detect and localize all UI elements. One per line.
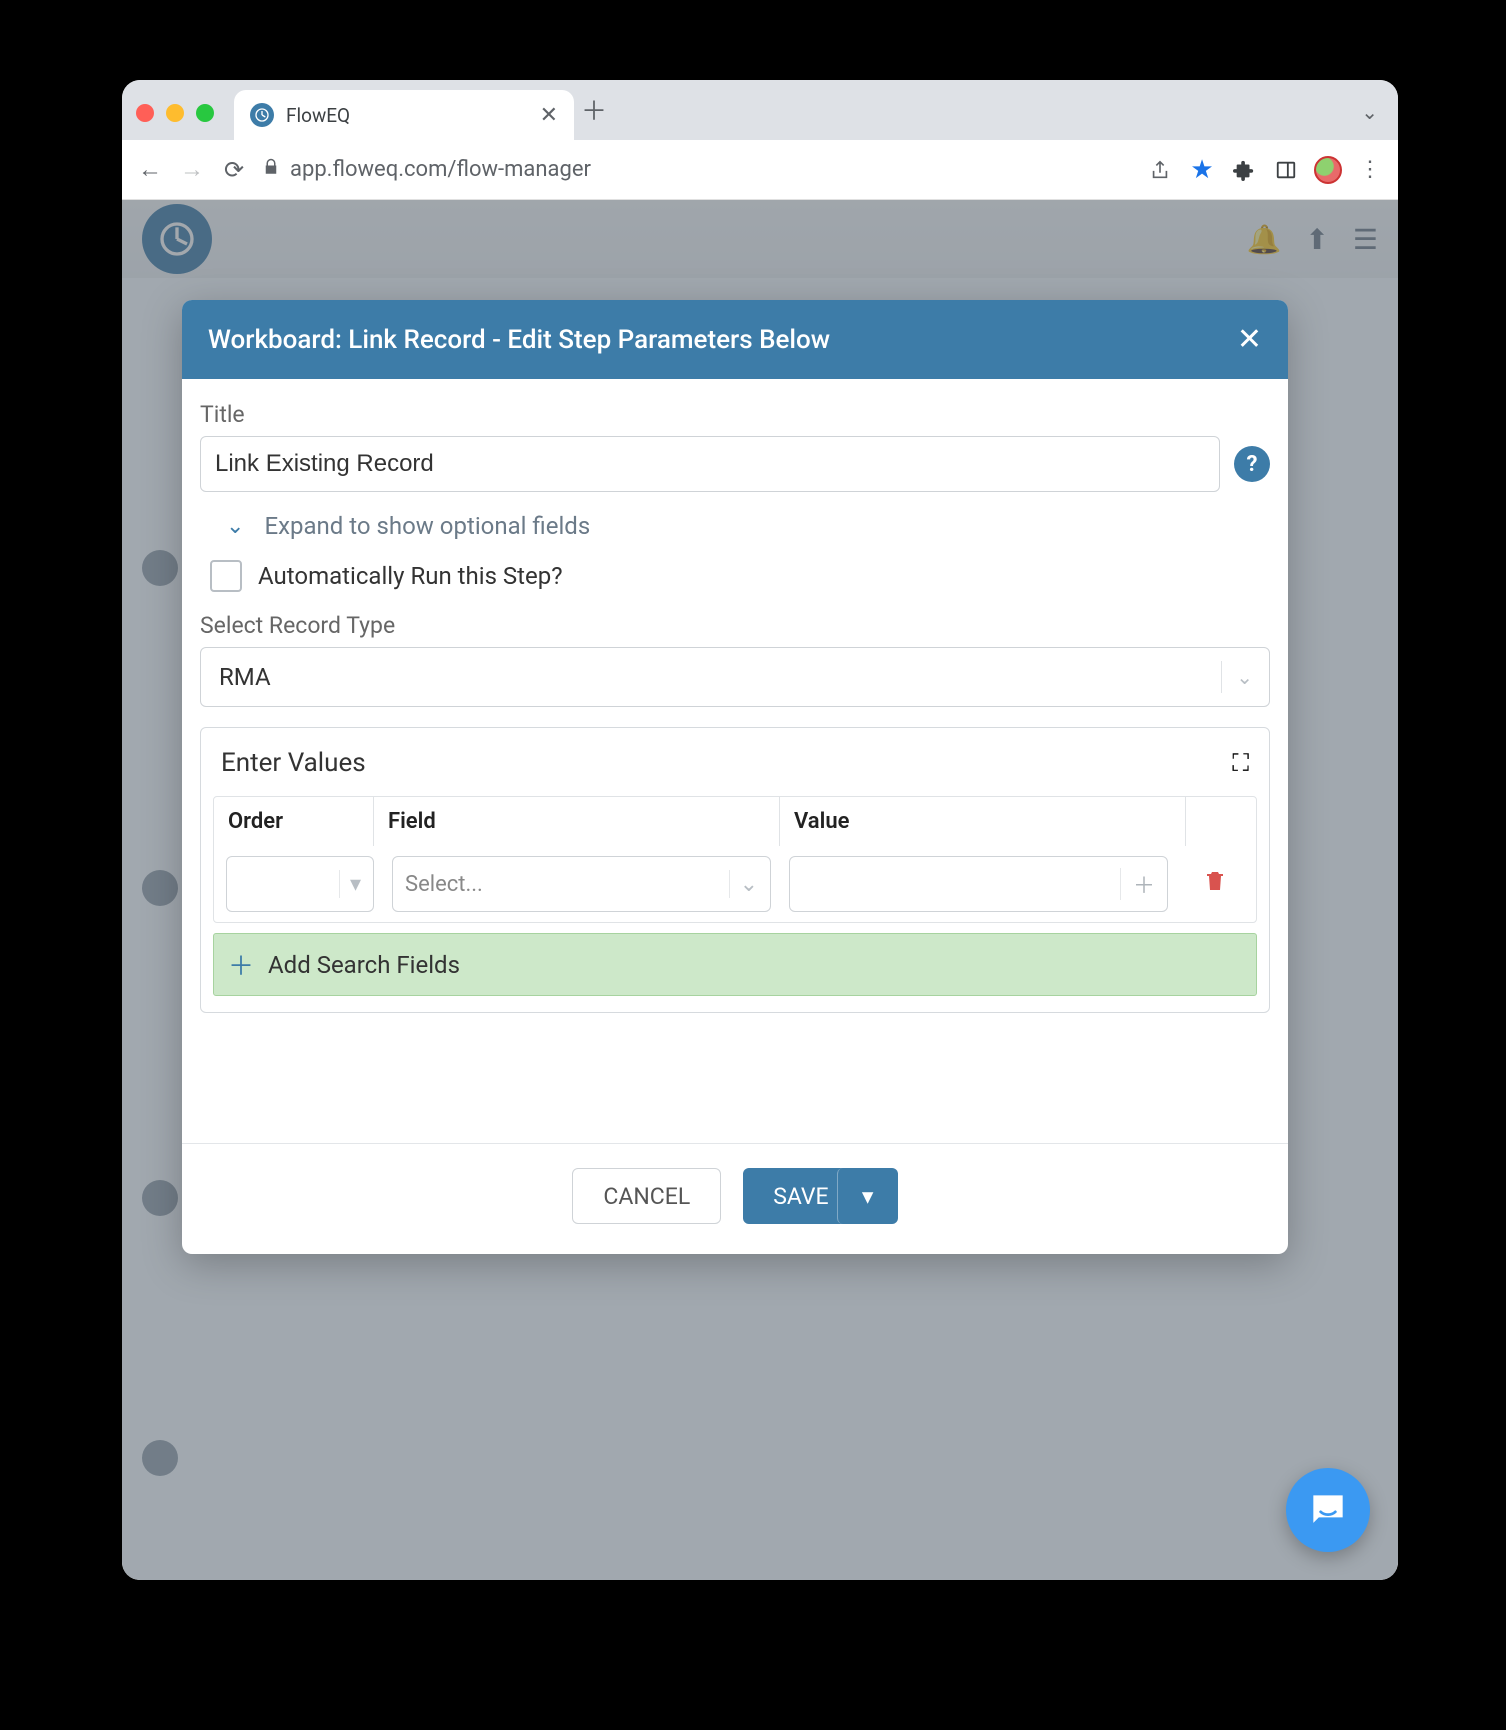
plus-icon[interactable]: ＋ bbox=[1120, 868, 1155, 900]
side-panel-icon[interactable] bbox=[1272, 156, 1300, 184]
window-controls bbox=[136, 104, 214, 122]
delete-row-button[interactable] bbox=[1180, 869, 1250, 900]
table-header: Order Field Value bbox=[214, 797, 1256, 846]
chevron-down-icon: ⌄ bbox=[226, 514, 244, 539]
edit-step-modal: Workboard: Link Record - Edit Step Param… bbox=[182, 300, 1288, 1254]
chevron-down-icon: ⌄ bbox=[1221, 661, 1253, 693]
chevron-down-icon: ▾ bbox=[862, 1183, 874, 1210]
url-text: app.floweq.com/flow-manager bbox=[290, 157, 591, 182]
reload-button[interactable]: ⟳ bbox=[220, 156, 248, 184]
address-bar[interactable]: app.floweq.com/flow-manager bbox=[262, 157, 1132, 182]
modal-footer: CANCEL SAVE ▾ bbox=[182, 1143, 1288, 1254]
lock-icon bbox=[262, 157, 280, 182]
title-label: Title bbox=[200, 401, 1270, 428]
cancel-button[interactable]: CANCEL bbox=[572, 1168, 721, 1224]
window-minimize-button[interactable] bbox=[166, 104, 184, 122]
bookmark-star-icon[interactable]: ★ bbox=[1188, 156, 1216, 184]
add-fields-label: Add Search Fields bbox=[268, 951, 460, 979]
browser-menu-button[interactable]: ⋮ bbox=[1356, 156, 1384, 184]
title-input[interactable] bbox=[200, 436, 1220, 492]
enter-values-panel: Enter Values ⛶ Order Field Value ▾ bbox=[200, 727, 1270, 1013]
values-table: Order Field Value ▾ Select... ⌄ bbox=[213, 796, 1257, 923]
tab-title: FlowEQ bbox=[286, 104, 528, 127]
chat-widget-button[interactable] bbox=[1286, 1468, 1370, 1552]
back-button[interactable]: ← bbox=[136, 155, 164, 184]
browser-window: FlowEQ ✕ ＋ ⌄ ← → ⟳ app.floweq.com/flow-m… bbox=[122, 80, 1398, 1580]
modal-title: Workboard: Link Record - Edit Step Param… bbox=[208, 325, 830, 355]
enter-values-heading: Enter Values bbox=[221, 748, 366, 778]
save-dropdown-button[interactable]: ▾ bbox=[837, 1168, 898, 1224]
extensions-icon[interactable] bbox=[1230, 156, 1258, 184]
plus-icon: ＋ bbox=[228, 946, 254, 983]
auto-run-label: Automatically Run this Step? bbox=[258, 562, 563, 590]
share-icon[interactable] bbox=[1146, 156, 1174, 184]
chevron-down-icon: ▾ bbox=[339, 870, 361, 898]
add-search-fields-button[interactable]: ＋ Add Search Fields bbox=[213, 933, 1257, 996]
new-tab-button[interactable]: ＋ bbox=[574, 91, 614, 128]
table-row: ▾ Select... ⌄ ＋ bbox=[214, 846, 1256, 922]
col-value: Value bbox=[780, 797, 1186, 846]
tab-bar: FlowEQ ✕ ＋ ⌄ bbox=[122, 80, 1398, 140]
chevron-down-icon: ⌄ bbox=[729, 870, 758, 898]
col-order: Order bbox=[214, 797, 374, 846]
window-maximize-button[interactable] bbox=[196, 104, 214, 122]
forward-button[interactable]: → bbox=[178, 155, 206, 184]
modal-header: Workboard: Link Record - Edit Step Param… bbox=[182, 300, 1288, 379]
auto-run-checkbox[interactable] bbox=[210, 560, 242, 592]
fullscreen-icon[interactable]: ⛶ bbox=[1232, 749, 1249, 777]
expand-optional-toggle[interactable]: ⌄ Expand to show optional fields bbox=[200, 512, 1270, 540]
app-content: 🔔 ⬆ ☰ Workboard: Link Record - Edit Step… bbox=[122, 200, 1398, 1580]
modal-close-button[interactable]: ✕ bbox=[1237, 322, 1262, 357]
browser-tab[interactable]: FlowEQ ✕ bbox=[234, 90, 574, 140]
order-select[interactable]: ▾ bbox=[226, 856, 374, 912]
tab-overflow-button[interactable]: ⌄ bbox=[1361, 100, 1378, 124]
value-input[interactable]: ＋ bbox=[789, 856, 1168, 912]
col-field: Field bbox=[374, 797, 780, 846]
record-type-value: RMA bbox=[219, 663, 271, 691]
help-icon[interactable]: ? bbox=[1234, 446, 1270, 482]
window-close-button[interactable] bbox=[136, 104, 154, 122]
field-placeholder: Select... bbox=[405, 872, 483, 897]
url-bar: ← → ⟳ app.floweq.com/flow-manager ★ ⋮ bbox=[122, 140, 1398, 200]
field-select[interactable]: Select... ⌄ bbox=[392, 856, 771, 912]
profile-avatar[interactable] bbox=[1314, 156, 1342, 184]
tab-close-button[interactable]: ✕ bbox=[540, 103, 558, 128]
record-type-select[interactable]: RMA ⌄ bbox=[200, 647, 1270, 707]
expand-optional-label: Expand to show optional fields bbox=[264, 512, 590, 540]
record-type-label: Select Record Type bbox=[200, 612, 1270, 639]
tab-favicon-icon bbox=[250, 103, 274, 127]
